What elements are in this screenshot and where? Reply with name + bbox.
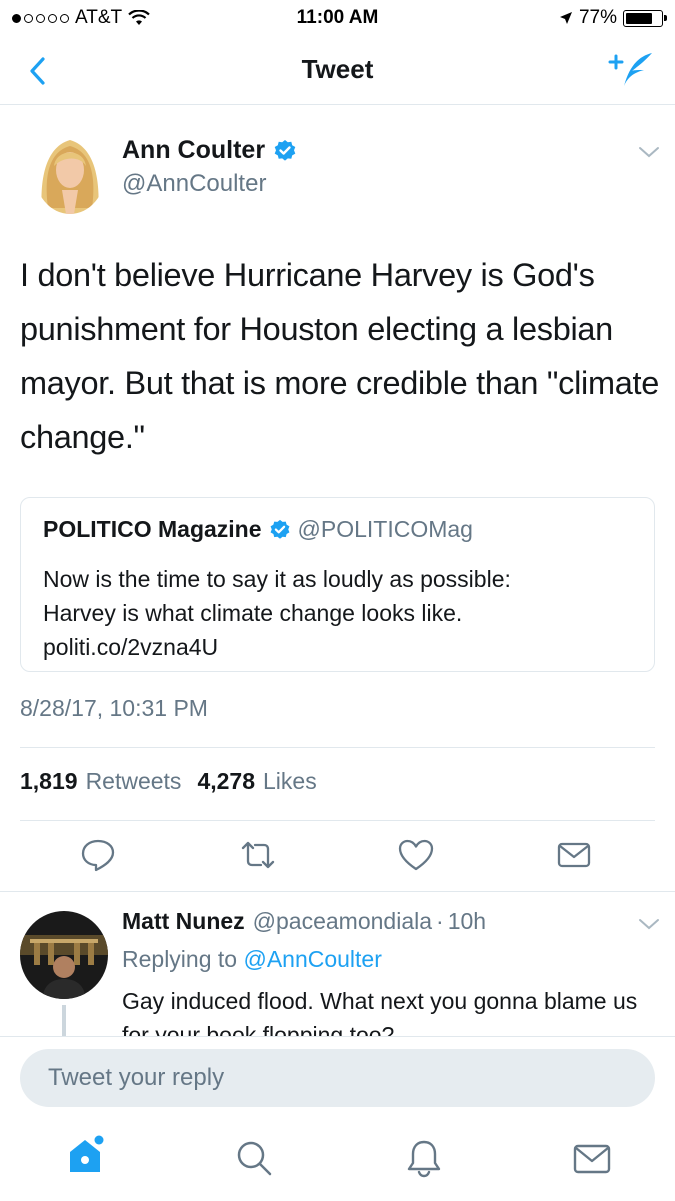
quoted-text-line: Now is the time to say it as loudly as p… [43, 566, 511, 592]
search-icon[interactable] [234, 1138, 274, 1178]
status-right: 77% [559, 7, 667, 29]
reply-time: 10h [447, 908, 487, 934]
direct-message-icon[interactable] [556, 837, 592, 873]
tweet-timestamp: 8/28/17, 10:31 PM [20, 695, 208, 721]
avatar-image [34, 128, 106, 214]
battery-icon [623, 9, 667, 27]
quoted-author-name: POLITICO Magazine [43, 516, 262, 542]
verified-badge-icon [274, 139, 296, 161]
quoted-tweet-header: POLITICO Magazine @POLITICOMag [43, 516, 473, 543]
location-arrow-icon [559, 12, 572, 24]
separator-dot: · [436, 908, 444, 934]
divider [20, 820, 655, 821]
reply-header: Matt Nunez @paceamondiala · 10h [122, 908, 486, 935]
tweet-actions [0, 835, 675, 879]
reply-author-avatar[interactable] [20, 911, 108, 999]
verified-badge-icon [270, 519, 289, 539]
author-handle[interactable]: @AnnCoulter [122, 170, 266, 198]
quoted-tweet[interactable]: POLITICO Magazine @POLITICOMag Now is th… [20, 497, 655, 672]
home-icon[interactable] [66, 1132, 108, 1176]
reply-input[interactable] [20, 1049, 655, 1107]
quoted-author-handle: @POLITICOMag [297, 516, 473, 542]
retweet-icon[interactable] [240, 837, 276, 873]
retweets-count[interactable]: 1,819 [20, 768, 78, 795]
tweet-text: I don't believe Hurricane Harvey is God'… [20, 257, 659, 455]
author-name[interactable]: Ann Coulter [122, 136, 265, 165]
reply-icon[interactable] [80, 837, 116, 873]
thread-line [62, 1005, 66, 1037]
tab-bar [0, 1120, 675, 1200]
chevron-down-icon[interactable] [638, 916, 660, 932]
quoted-text-line: Harvey is what climate change looks like… [43, 600, 463, 626]
navigation-bar: Tweet [0, 36, 675, 105]
like-heart-icon[interactable] [398, 837, 434, 873]
quoted-tweet-link[interactable]: politi.co/2vzna4U [43, 630, 643, 664]
compose-tweet-icon[interactable] [606, 50, 656, 90]
messages-icon[interactable] [572, 1140, 612, 1180]
divider [0, 891, 675, 892]
notifications-bell-icon[interactable] [404, 1138, 444, 1178]
chevron-down-icon[interactable] [638, 144, 660, 160]
tweet-stats: 1,819 Retweets 4,278 Likes [20, 768, 325, 795]
reply-author-name[interactable]: Matt Nunez [122, 908, 245, 935]
replying-to: Replying to @AnnCoulter [122, 946, 382, 973]
reply-author-handle[interactable]: @paceamondiala [253, 908, 432, 935]
replying-to-handle[interactable]: @AnnCoulter [243, 946, 381, 972]
status-bar: AT&T 11:00 AM 77% [0, 0, 675, 36]
author-name-row: Ann Coulter [122, 136, 297, 165]
author-avatar[interactable] [34, 128, 106, 214]
likes-label[interactable]: Likes [263, 768, 317, 795]
page-title: Tweet [301, 54, 374, 84]
likes-count[interactable]: 4,278 [197, 768, 255, 795]
replying-to-prefix: Replying to [122, 946, 238, 972]
retweets-label[interactable]: Retweets [86, 768, 182, 795]
avatar-image [20, 911, 108, 999]
divider [20, 747, 655, 748]
quoted-tweet-text: Now is the time to say it as loudly as p… [43, 562, 643, 664]
reply-text: Gay induced flood. What next you gonna b… [122, 988, 638, 1036]
battery-percent: 77% [578, 7, 617, 28]
